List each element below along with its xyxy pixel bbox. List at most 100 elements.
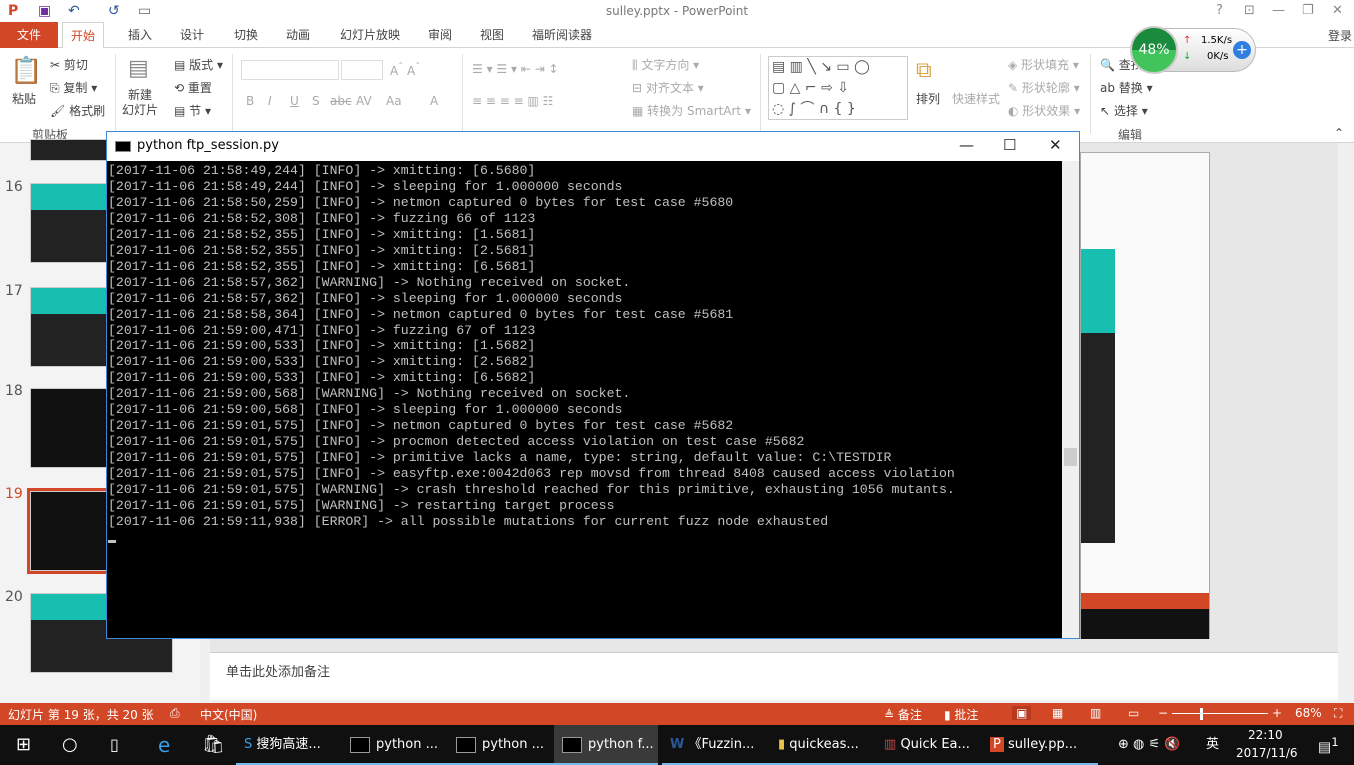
console-title-bar[interactable]: python ftp_session.py — ☐ ✕ (107, 132, 1079, 161)
help-button[interactable]: ? (1216, 3, 1223, 18)
store-icon[interactable]: 🛍 (194, 725, 225, 765)
console-maximize-button[interactable]: ☐ (1003, 136, 1016, 154)
spellcheck-icon[interactable]: ⎙ (170, 706, 180, 721)
comments-label: 批注 (954, 708, 979, 722)
zoom-in-button[interactable]: + (1272, 706, 1282, 720)
ribbon-display-icon[interactable]: ⊡ (1244, 3, 1255, 18)
strikethrough-button[interactable]: abc (330, 94, 352, 108)
bullets-icon[interactable]: ☰ ▾ ☰ ▾ ⇤ ⇥ ↕ (472, 62, 559, 76)
char-spacing-button[interactable]: AV (356, 94, 372, 108)
tab-home[interactable]: 开始 (62, 22, 105, 49)
language-indicator[interactable]: 中文(中国) (200, 706, 257, 723)
plus-icon[interactable]: + (1233, 41, 1251, 59)
console-title: python ftp_session.py (137, 138, 280, 153)
font-size-select[interactable] (341, 60, 383, 80)
copy-button[interactable]: ⎘ 复制 ▾ (50, 79, 97, 96)
restore-button[interactable]: ❐ (1302, 3, 1314, 18)
change-case-button[interactable]: Aa (386, 94, 402, 108)
tab-foxit[interactable]: 福昕阅读器 (524, 22, 600, 48)
minimize-button[interactable]: — (1272, 3, 1285, 18)
taskbar-item-sogou[interactable]: S 搜狗高速... (236, 725, 352, 765)
start-button[interactable]: ⊞ (8, 725, 31, 765)
arrange-button[interactable]: 排列 (916, 90, 940, 107)
notification-center-icon[interactable]: ▤1 (1318, 735, 1339, 756)
cortana-icon[interactable]: ○ (54, 725, 78, 765)
console-line: [2017-11-06 21:59:00,533] [INFO] -> xmit… (108, 370, 536, 386)
bold-button[interactable]: B (246, 94, 254, 108)
italic-button[interactable]: I (268, 94, 272, 108)
console-window[interactable]: python ftp_session.py — ☐ ✕ [2017-11-06 … (106, 131, 1080, 639)
shape-fill-button[interactable]: ◈ 形状填充 ▾ (1008, 56, 1079, 73)
tab-slideshow[interactable]: 幻灯片放映 (332, 22, 408, 48)
console-close-button[interactable]: ✕ (1049, 136, 1062, 154)
task-view-icon[interactable]: ▯ (102, 725, 119, 765)
replace-button[interactable]: ab 替换 ▾ (1100, 79, 1153, 96)
notes-pane[interactable]: 单击此处添加备注 (210, 652, 1340, 700)
console-line: [2017-11-06 21:58:52,355] [INFO] -> xmit… (108, 242, 536, 258)
tab-transitions[interactable]: 切换 (226, 22, 266, 48)
text-direction-button[interactable]: ⫼ 文字方向 ▾ (632, 56, 699, 73)
format-painter-button[interactable]: 🖌 格式刷 (50, 102, 105, 119)
console-scroll-thumb[interactable] (1064, 448, 1077, 466)
edge-icon[interactable]: e (150, 725, 170, 765)
reading-view-button[interactable]: ▥ (1090, 706, 1101, 720)
reset-button[interactable]: ⟲ 重置 (174, 79, 212, 96)
slideshow-button[interactable]: ▭ (1128, 706, 1139, 720)
collapse-ribbon-icon[interactable]: ⌃ (1334, 126, 1344, 140)
layout-button[interactable]: ▤ 版式 ▾ (174, 56, 223, 73)
taskbar-item-quickeasy[interactable]: ▥ Quick Ea... (876, 725, 992, 765)
notes-button[interactable]: ≜ 备注 (884, 706, 922, 723)
tab-review[interactable]: 审阅 (420, 22, 460, 48)
taskbar-item-powerpoint[interactable]: P sulley.pp... (982, 725, 1098, 765)
comments-button[interactable]: ▮ 批注 (944, 706, 978, 723)
tab-insert[interactable]: 插入 (120, 22, 160, 48)
close-button[interactable]: ✕ (1332, 3, 1343, 18)
console-minimize-button[interactable]: — (959, 136, 974, 154)
shape-outline-button[interactable]: ✎ 形状轮廓 ▾ (1008, 79, 1080, 96)
taskbar-item-python-1[interactable]: python ... (342, 725, 458, 765)
underline-button[interactable]: U (290, 94, 299, 108)
vertical-scrollbar[interactable] (1338, 143, 1354, 703)
section-button[interactable]: ▤ 节 ▾ (174, 102, 211, 119)
font-color-button[interactable]: A (430, 94, 438, 108)
console-scrollbar[interactable] (1062, 161, 1079, 638)
console-cursor (108, 540, 116, 543)
smartart-button[interactable]: ▦ 转换为 SmartArt ▾ (632, 102, 751, 119)
slide-sorter-button[interactable]: ▦ (1052, 706, 1063, 720)
quick-styles-button[interactable]: 快速样式 (952, 90, 1000, 107)
normal-view-button[interactable]: ▣ (1012, 706, 1032, 720)
memory-usage-gauge: 48% (1130, 26, 1178, 74)
paste-button[interactable]: 粘贴 (12, 90, 36, 107)
shape-effects-button[interactable]: ◐ 形状效果 ▾ (1008, 102, 1080, 119)
taskbar-item-word[interactable]: W 《Fuzzin... (662, 725, 778, 765)
font-name-select[interactable] (241, 60, 339, 80)
ime-indicator[interactable]: 英 (1198, 725, 1219, 765)
zoom-slider-thumb[interactable] (1200, 708, 1203, 720)
align-text-button[interactable]: ⊟ 对齐文本 ▾ (632, 79, 704, 96)
taskbar-item-python-2[interactable]: python ... (448, 725, 564, 765)
tab-animations[interactable]: 动画 (278, 22, 318, 48)
fit-to-window-icon[interactable]: ⛶ (1334, 706, 1342, 721)
tab-view[interactable]: 视图 (472, 22, 512, 48)
zoom-out-button[interactable]: − (1158, 706, 1168, 720)
new-slide-button[interactable]: 新建 幻灯片 (122, 88, 158, 118)
zoom-level[interactable]: 68% (1295, 706, 1322, 720)
taskbar-label: Quick Ea... (900, 737, 970, 752)
login-link[interactable]: 登录 (1328, 27, 1352, 44)
shapes-gallery[interactable]: ▤ ▥ ╲ ↘ ▭ ◯ ▢ △ ⌐ ⇨ ⇩ ◌ ∫ ⌒ ∩ { } (768, 56, 908, 120)
tab-file[interactable]: 文件 (0, 22, 58, 48)
grow-font-icon[interactable]: Aˆ Aˇ (390, 62, 420, 78)
tab-design[interactable]: 设计 (172, 22, 212, 48)
align-icons[interactable]: ≡ ≡ ≡ ≡ ▥ ☷ (472, 94, 553, 108)
taskbar-item-folder[interactable]: ▮ quickeas... (770, 725, 886, 765)
clock-date[interactable]: 2017/11/6 (1236, 746, 1298, 760)
cut-button[interactable]: ✂ 剪切 (50, 56, 88, 73)
reset-label: 重置 (187, 81, 212, 95)
taskbar-item-python-active[interactable]: python f... (554, 725, 658, 765)
console-icon (350, 736, 370, 753)
shadow-button[interactable]: S (312, 94, 320, 108)
select-button[interactable]: ↖ 选择 ▾ (1100, 102, 1148, 119)
zoom-slider[interactable] (1172, 713, 1268, 714)
clock-time[interactable]: 22:10 (1248, 728, 1283, 742)
tray-icons[interactable]: ⊕ ◍ ⚟ 🔇 (1110, 725, 1180, 765)
